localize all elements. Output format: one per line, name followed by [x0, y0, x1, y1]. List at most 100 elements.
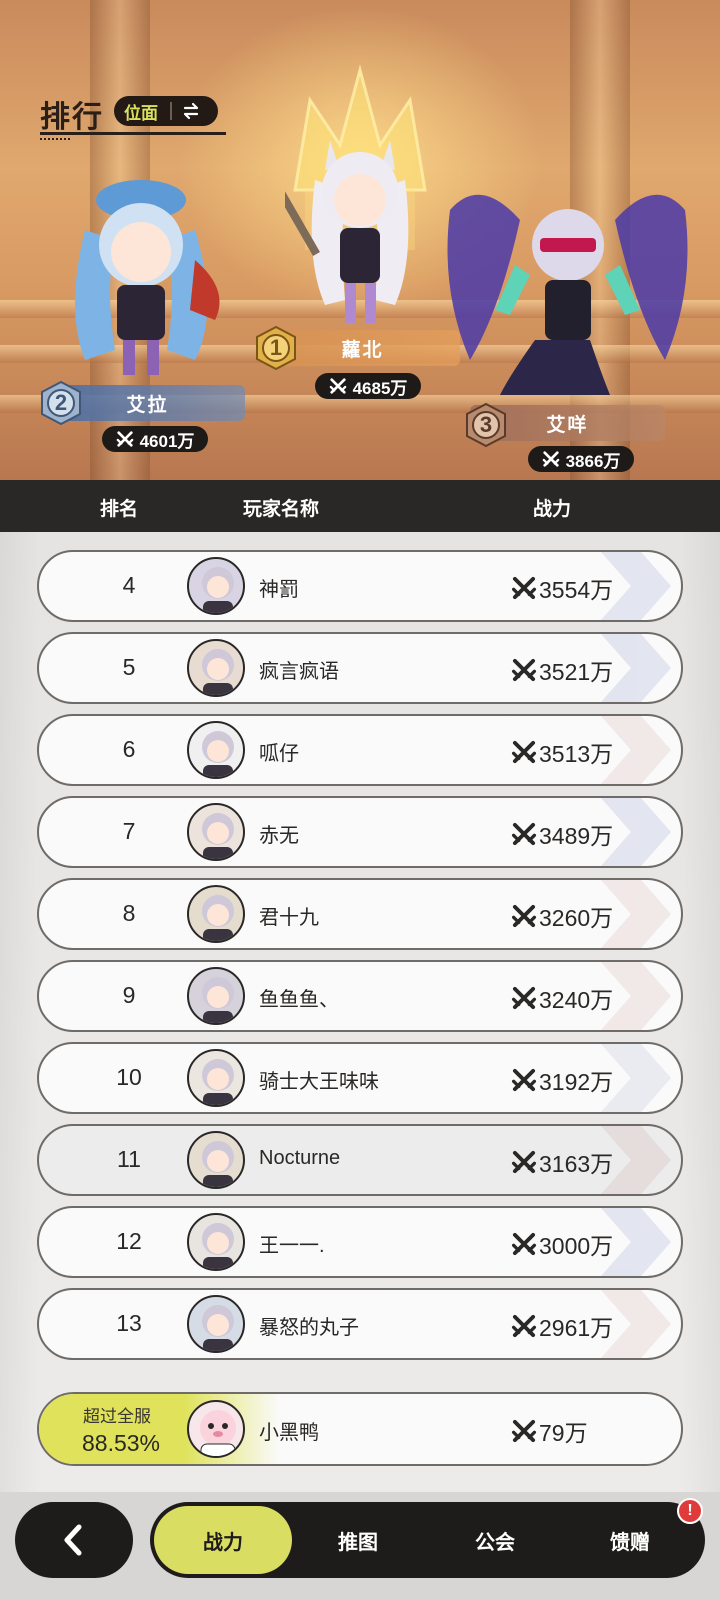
- row-power: 2961万: [511, 1309, 613, 1343]
- first-place-character[interactable]: [285, 130, 435, 330]
- crossed-swords-icon: [511, 1232, 537, 1256]
- tab-power[interactable]: 战力: [154, 1506, 292, 1574]
- crossed-swords-icon: [511, 822, 537, 846]
- row-power-value: 3554万: [539, 577, 614, 603]
- row-player-name: 暴怒的丸子: [259, 1317, 359, 1339]
- scope-divider: [170, 102, 172, 120]
- row-power-value: 3489万: [539, 823, 614, 849]
- column-name-header: 玩家名称: [243, 499, 320, 520]
- tab-guild-label: 公会: [475, 1531, 515, 1554]
- rank-3-number: 3: [479, 412, 493, 437]
- scope-toggle-button[interactable]: 位面: [114, 96, 218, 126]
- player-portrait-icon: [202, 977, 234, 1023]
- player-avatar[interactable]: [187, 1295, 245, 1353]
- player-avatar[interactable]: [187, 639, 245, 697]
- row-power-value: 3000万: [539, 1233, 614, 1259]
- scope-label: 位面: [124, 103, 158, 123]
- crossed-swords-icon: [542, 451, 559, 467]
- table-row[interactable]: 8 君十九 3260万: [37, 878, 683, 950]
- crossed-swords-icon: [511, 740, 537, 764]
- row-power-value: 3260万: [539, 905, 614, 931]
- gifts-alert-badge: !: [677, 1498, 703, 1524]
- row-player-name: 骑士大王味味: [259, 1071, 379, 1093]
- row-rank: 7: [122, 818, 136, 844]
- table-row[interactable]: 11 Nocturne 3163万: [37, 1124, 683, 1196]
- row-player-name: 呱仔: [259, 743, 299, 765]
- row-player-name: 鱼鱼鱼、: [259, 989, 339, 1011]
- table-row[interactable]: 13 暴怒的丸子 2961万: [37, 1288, 683, 1360]
- crossed-swords-icon: [511, 1150, 537, 1174]
- table-row[interactable]: 12 王一一. 3000万: [37, 1206, 683, 1278]
- tab-stage-label: 推图: [338, 1531, 378, 1554]
- player-portrait-icon: [202, 731, 234, 777]
- self-player-name: 小黑鸭: [259, 1422, 319, 1444]
- swap-arrows-icon: [183, 102, 199, 120]
- player-avatar[interactable]: [187, 1131, 245, 1189]
- crossed-swords-icon: [329, 378, 346, 394]
- rank-1-number: 1: [269, 335, 283, 360]
- tab-power-label: 战力: [203, 1531, 243, 1554]
- row-player-name: 神罰: [259, 579, 299, 601]
- chevron-left-icon: [64, 1524, 82, 1556]
- row-rank: 9: [122, 982, 136, 1008]
- rank-1-badge: 1: [253, 325, 299, 371]
- row-power-value: 3163万: [539, 1151, 614, 1177]
- crossed-swords-icon: [511, 576, 537, 600]
- player-portrait-icon: [202, 649, 234, 695]
- tab-stage[interactable]: 推图: [288, 1502, 428, 1578]
- self-percentile-caption: 超过全服: [83, 1407, 151, 1426]
- second-place-character[interactable]: [45, 170, 240, 380]
- back-button[interactable]: [15, 1502, 133, 1578]
- row-power: 3163万: [511, 1145, 613, 1179]
- self-rank-row[interactable]: 超过全服 88.53% 小黑鸭 79万: [37, 1392, 683, 1466]
- crossed-swords-icon: [511, 1314, 537, 1338]
- second-place-power-value: 4601万: [139, 431, 195, 451]
- row-player-name: 王一一.: [259, 1235, 325, 1257]
- row-player-name: Nocturne: [259, 1147, 341, 1169]
- page-header: 排行 位面: [40, 92, 226, 140]
- self-power-value: 79万: [539, 1420, 588, 1446]
- self-avatar[interactable]: [187, 1400, 245, 1458]
- player-avatar[interactable]: [187, 1049, 245, 1107]
- table-row[interactable]: 4 神罰 3554万: [37, 550, 683, 622]
- row-rank: 11: [117, 1146, 141, 1172]
- rank-2-badge: 2: [38, 380, 84, 426]
- row-power-value: 2961万: [539, 1315, 614, 1341]
- table-row[interactable]: 6 呱仔 3513万: [37, 714, 683, 786]
- player-avatar[interactable]: [187, 1213, 245, 1271]
- column-power-header: 战力: [533, 499, 572, 520]
- table-row[interactable]: 5 疯言疯语 3521万: [37, 632, 683, 704]
- row-power: 3260万: [511, 899, 613, 933]
- column-rank-header: 排名: [100, 499, 139, 520]
- player-avatar[interactable]: [187, 885, 245, 943]
- player-portrait-icon: [202, 567, 234, 613]
- crossed-swords-icon: [511, 1419, 537, 1443]
- third-place-power: 3866万: [528, 446, 634, 472]
- row-rank: 13: [116, 1310, 142, 1336]
- row-power: 3521万: [511, 653, 613, 687]
- row-power: 3240万: [511, 981, 613, 1015]
- page-title: 排行: [40, 101, 104, 134]
- player-avatar[interactable]: [187, 803, 245, 861]
- player-avatar[interactable]: [187, 721, 245, 779]
- title-dots: [40, 138, 70, 140]
- table-row[interactable]: 7 赤无 3489万: [37, 796, 683, 868]
- player-avatar[interactable]: [187, 557, 245, 615]
- third-place-power-value: 3866万: [565, 451, 621, 471]
- table-row[interactable]: 9 鱼鱼鱼、 3240万: [37, 960, 683, 1032]
- crossed-swords-icon: [511, 904, 537, 928]
- tab-guild[interactable]: 公会: [425, 1502, 565, 1578]
- leaderboard-header: 排名 玩家名称 战力: [0, 480, 720, 532]
- crossed-swords-icon: [116, 431, 133, 447]
- third-place-character[interactable]: [440, 170, 695, 400]
- podium-hero: 排行 位面 蘿北 艾拉 艾咩 1 2 3 4685万 4601万 3866万: [0, 0, 720, 480]
- row-rank: 5: [122, 654, 136, 680]
- player-avatar[interactable]: [187, 967, 245, 1025]
- table-row[interactable]: 10 骑士大王味味 3192万: [37, 1042, 683, 1114]
- row-power: 3000万: [511, 1227, 613, 1261]
- third-place-name: 艾咩: [546, 414, 589, 436]
- player-portrait-icon: [202, 895, 234, 941]
- row-power: 3513万: [511, 735, 613, 769]
- player-portrait-icon: [202, 1223, 234, 1269]
- first-place-power: 4685万: [315, 373, 421, 399]
